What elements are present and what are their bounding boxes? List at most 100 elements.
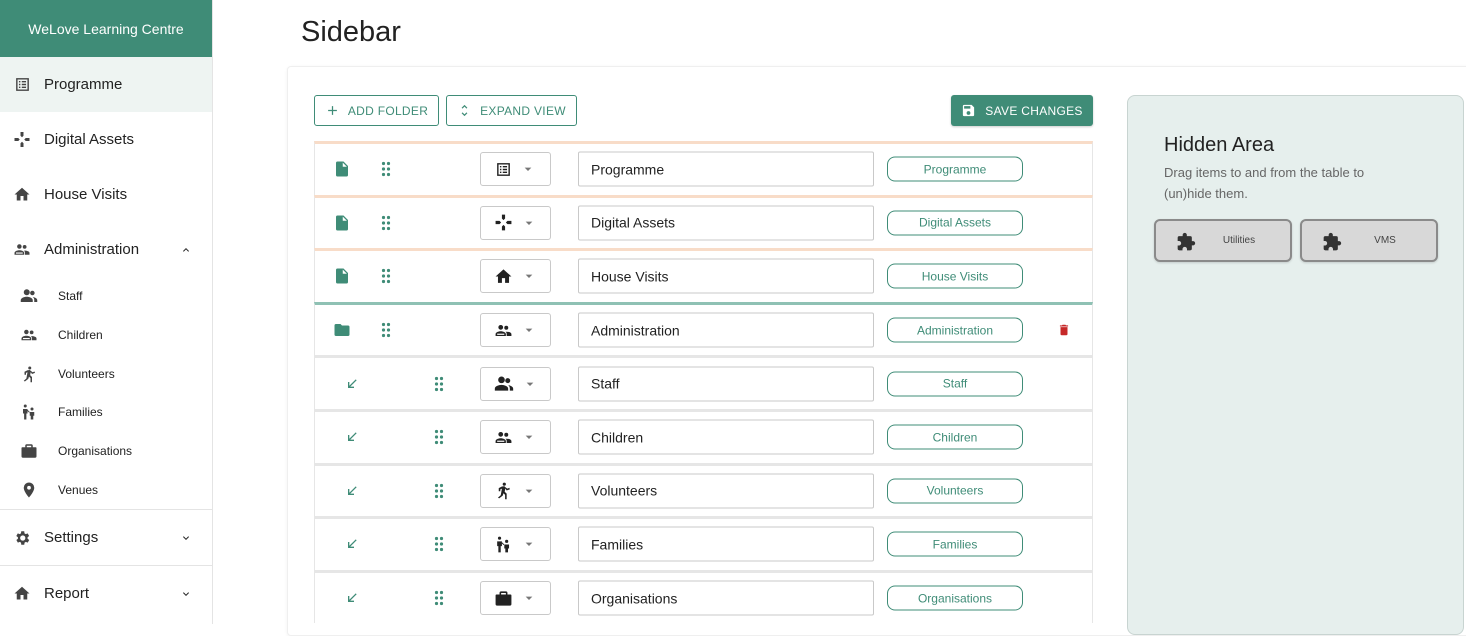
person-walking-icon [20, 365, 38, 383]
icon-select[interactable] [480, 313, 551, 348]
sidebar-item-report[interactable]: Report [0, 566, 212, 621]
label-pill[interactable]: Volunteers [887, 478, 1023, 504]
name-input[interactable] [578, 258, 874, 294]
sidebar-item-digital-assets[interactable]: Digital Assets [0, 112, 212, 167]
people-icon [494, 428, 513, 447]
drag-handle-icon[interactable] [381, 161, 391, 177]
label-pill[interactable]: Programme [887, 156, 1023, 182]
drag-handle-icon[interactable] [381, 322, 391, 338]
sidebar-item-administration[interactable]: Administration [0, 222, 212, 277]
sidebar-subitem-staff[interactable]: Staff [0, 277, 212, 316]
gamepad-icon [494, 213, 513, 232]
sidebar-subitem-label: Organisations [58, 444, 133, 459]
gear-icon [13, 529, 31, 547]
chevron-down-icon[interactable] [180, 532, 192, 544]
group-icon [494, 374, 514, 394]
icon-select[interactable] [480, 152, 551, 187]
subdirectory-arrow-icon [343, 535, 361, 553]
name-input[interactable] [578, 151, 874, 187]
sidebar-subitem-venues[interactable]: Venues [0, 470, 212, 509]
label-pill[interactable]: Digital Assets [887, 210, 1023, 236]
briefcase-icon [20, 442, 38, 460]
subdirectory-arrow-icon [343, 589, 361, 607]
icon-select[interactable] [480, 205, 551, 240]
label-pill[interactable]: Staff [887, 371, 1023, 397]
save-icon [961, 103, 976, 118]
drag-handle-icon[interactable] [381, 268, 391, 284]
sidebar-subitem-label: Venues [58, 482, 99, 497]
table-row[interactable]: Digital Assets [314, 194, 1093, 249]
hidden-area-description: Drag items to and from the table to (un)… [1164, 165, 1365, 201]
name-input[interactable] [578, 419, 874, 455]
name-input[interactable] [578, 526, 874, 562]
drag-handle-icon[interactable] [434, 429, 444, 445]
name-input[interactable] [578, 205, 874, 241]
name-input[interactable] [578, 580, 874, 616]
chip-label: VMS [1374, 235, 1396, 246]
icon-select[interactable] [480, 581, 551, 616]
sidebar-item-label: Settings [44, 529, 99, 547]
table-row[interactable]: Volunteers [314, 462, 1093, 517]
icon-select[interactable] [480, 366, 551, 401]
label-pill[interactable]: Organisations [887, 585, 1023, 611]
unfold-icon [457, 103, 472, 118]
table-row[interactable]: House Visits [314, 248, 1093, 302]
chevron-up-icon[interactable] [180, 244, 192, 256]
icon-select[interactable] [480, 473, 551, 508]
sidebar-item-programme[interactable]: Programme [0, 57, 212, 112]
table-row[interactable]: Staff [314, 355, 1093, 409]
name-input[interactable] [578, 366, 874, 402]
people-icon [494, 321, 513, 340]
label-pill[interactable]: House Visits [887, 263, 1023, 289]
icon-select[interactable] [480, 527, 551, 562]
label-pill[interactable]: Children [887, 424, 1023, 450]
delete-icon[interactable] [1057, 321, 1071, 339]
drag-handle-icon[interactable] [381, 215, 391, 231]
hidden-chip-vms[interactable]: VMS [1300, 219, 1438, 262]
sidebar-item-label: Digital Assets [44, 131, 135, 148]
drag-handle-icon[interactable] [434, 376, 444, 392]
briefcase-icon [494, 589, 513, 608]
caret-down-icon [522, 376, 538, 392]
hidden-area[interactable]: Hidden Area Drag items to and from the t… [1127, 95, 1464, 635]
chip-label: Utilities [1222, 235, 1256, 246]
person-walking-icon [494, 481, 513, 500]
save-changes-button[interactable]: SAVE CHANGES [951, 95, 1093, 126]
add-folder-button[interactable]: ADD FOLDER [314, 95, 439, 126]
hidden-chip-utilities[interactable]: Utilities [1154, 219, 1292, 262]
family-icon [494, 535, 513, 554]
expand-view-button[interactable]: EXPAND VIEW [446, 95, 577, 126]
file-icon [333, 214, 351, 232]
sidebar-subitem-label: Staff [58, 289, 83, 304]
sidebar-item-settings[interactable]: Settings [0, 510, 212, 565]
drag-handle-icon[interactable] [434, 483, 444, 499]
file-icon [333, 160, 351, 178]
icon-select[interactable] [480, 259, 551, 294]
name-input[interactable] [578, 312, 874, 348]
table-row[interactable]: Children [314, 408, 1093, 463]
sidebar-item-label: House Visits [44, 186, 128, 203]
caret-down-icon [521, 536, 537, 552]
page-title: Sidebar [301, 16, 401, 48]
chevron-down-icon[interactable] [180, 588, 192, 600]
drag-handle-icon[interactable] [434, 590, 444, 606]
icon-select[interactable] [480, 420, 551, 455]
drag-handle-icon[interactable] [434, 536, 444, 552]
caret-down-icon [521, 215, 537, 231]
label-pill[interactable]: Families [887, 531, 1023, 557]
caret-down-icon [521, 322, 537, 338]
home-icon [13, 585, 31, 603]
label-pill[interactable]: Administration [887, 317, 1023, 343]
group-icon [20, 287, 38, 305]
sidebar-subitem-volunteers[interactable]: Volunteers [0, 354, 212, 393]
sidebar-subitem-children[interactable]: Children [0, 316, 212, 355]
sidebar-subitem-label: Volunteers [58, 366, 115, 381]
table-row[interactable]: Administration [314, 301, 1093, 356]
table-row[interactable]: Organisations [314, 569, 1093, 624]
table-row[interactable]: Families [314, 516, 1093, 570]
table-row[interactable]: Programme [314, 141, 1093, 195]
sidebar-subitem-organisations[interactable]: Organisations [0, 432, 212, 471]
sidebar-subitem-families[interactable]: Families [0, 393, 212, 432]
sidebar-item-house-visits[interactable]: House Visits [0, 167, 212, 222]
name-input[interactable] [578, 473, 874, 509]
